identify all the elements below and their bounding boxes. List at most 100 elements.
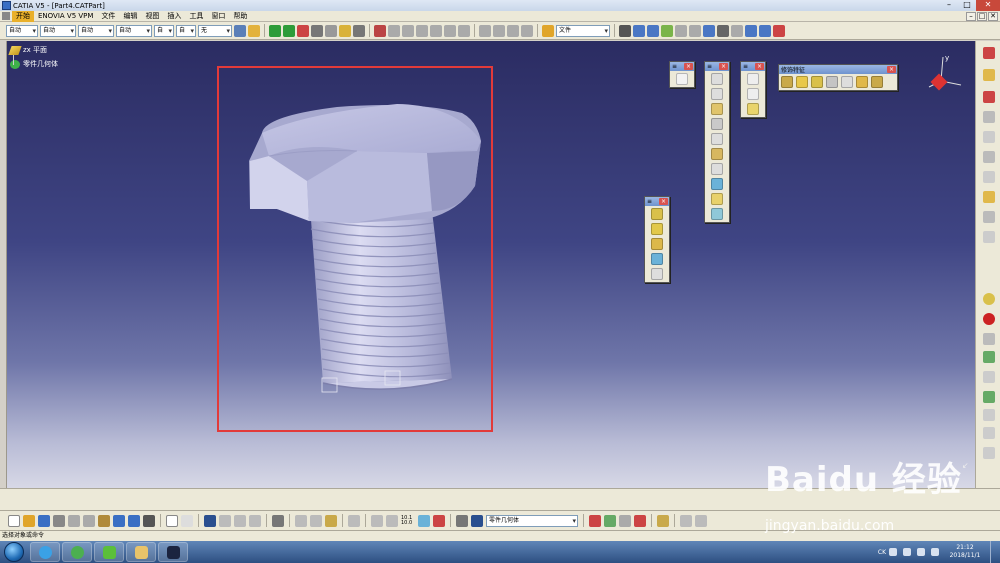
document-menu-icon[interactable] bbox=[2, 12, 10, 20]
network-icon[interactable] bbox=[889, 548, 897, 556]
point-icon[interactable] bbox=[619, 24, 631, 37]
update-icon[interactable] bbox=[374, 24, 386, 37]
groove-icon[interactable] bbox=[711, 118, 723, 130]
redo-icon[interactable] bbox=[128, 514, 140, 527]
grid-snap-icon[interactable] bbox=[983, 409, 995, 421]
mapping-icon[interactable] bbox=[695, 514, 707, 527]
close-button[interactable]: ✕ bbox=[976, 0, 1000, 11]
taskbar-chrome[interactable] bbox=[62, 542, 92, 562]
apply-icon[interactable] bbox=[680, 514, 692, 527]
pad-icon[interactable] bbox=[711, 73, 723, 85]
undo-icon[interactable] bbox=[113, 514, 125, 527]
doc-minimize-button[interactable]: – bbox=[966, 12, 976, 21]
doc-maximize-button[interactable]: □ bbox=[977, 12, 987, 21]
layer-mode-dropdown[interactable]: 自 bbox=[176, 24, 196, 37]
fit-all-icon[interactable] bbox=[272, 514, 284, 527]
wireframe-icon[interactable] bbox=[493, 24, 505, 37]
multi-view-icon[interactable] bbox=[444, 24, 456, 37]
menu-view[interactable]: 视图 bbox=[141, 11, 163, 22]
lineweight-dropdown[interactable]: 自动 bbox=[116, 24, 152, 37]
point-icon[interactable] bbox=[747, 73, 759, 85]
taskbar-catia[interactable] bbox=[158, 542, 188, 562]
instantiate-icon[interactable] bbox=[983, 447, 995, 459]
menu-start[interactable]: 开始 bbox=[12, 10, 34, 22]
pan-view-icon[interactable] bbox=[295, 514, 307, 527]
open-file-icon[interactable] bbox=[23, 514, 35, 527]
shell-icon[interactable] bbox=[826, 76, 838, 88]
pocket-icon[interactable] bbox=[711, 88, 723, 100]
select-icon[interactable] bbox=[234, 514, 246, 527]
material-library-icon[interactable] bbox=[657, 514, 669, 527]
rotation-icon[interactable] bbox=[651, 223, 663, 235]
material-icon[interactable] bbox=[521, 24, 533, 37]
light-icon[interactable] bbox=[703, 24, 715, 37]
print-icon[interactable] bbox=[53, 514, 65, 527]
fillet-icon[interactable] bbox=[781, 76, 793, 88]
show-desktop-button[interactable] bbox=[990, 541, 1000, 563]
surface-based-icon[interactable] bbox=[983, 131, 995, 143]
thread-icon[interactable] bbox=[856, 76, 868, 88]
catalog-icon[interactable] bbox=[745, 24, 757, 37]
line-icon[interactable] bbox=[747, 88, 759, 100]
spline-icon[interactable] bbox=[633, 24, 645, 37]
render-style-dropdown[interactable]: 无 bbox=[198, 24, 232, 37]
surface-icon[interactable] bbox=[647, 24, 659, 37]
publish-icon[interactable] bbox=[759, 24, 771, 37]
boolean-icon[interactable] bbox=[983, 69, 995, 81]
menu-enovia[interactable]: ENOVIA V5 VPM bbox=[34, 11, 97, 22]
point-symbol-dropdown[interactable]: 自 bbox=[154, 24, 174, 37]
knowledge-icon[interactable] bbox=[773, 24, 785, 37]
pan-icon[interactable] bbox=[269, 24, 281, 37]
start-button[interactable] bbox=[4, 542, 24, 562]
taskbar-explorer[interactable] bbox=[126, 542, 156, 562]
rib-icon[interactable] bbox=[711, 148, 723, 160]
stop-icon[interactable] bbox=[983, 313, 995, 325]
plane-icon[interactable] bbox=[747, 103, 759, 115]
cut-icon[interactable] bbox=[68, 514, 80, 527]
save-icon[interactable] bbox=[38, 514, 50, 527]
thick-surface-icon[interactable] bbox=[983, 171, 995, 183]
close-icon[interactable]: × bbox=[719, 63, 728, 70]
annotation-tool-icon[interactable] bbox=[983, 231, 995, 243]
layer-dropdown[interactable]: 文件 bbox=[556, 24, 610, 37]
measure-tool-icon[interactable] bbox=[456, 514, 468, 527]
measure-icon[interactable] bbox=[297, 24, 309, 37]
taskbar-ie[interactable] bbox=[30, 542, 60, 562]
render-icon[interactable] bbox=[589, 514, 601, 527]
clock[interactable]: 21:12 2018/11/1 bbox=[942, 544, 988, 560]
part-design-icon[interactable] bbox=[983, 47, 995, 59]
pattern-icon[interactable] bbox=[651, 253, 663, 265]
paint-icon[interactable] bbox=[234, 24, 246, 37]
hole-icon[interactable] bbox=[711, 133, 723, 145]
rotate-icon[interactable] bbox=[283, 24, 295, 37]
swap-visible-icon[interactable] bbox=[386, 514, 398, 527]
body-dropdown[interactable]: 零件几何体 bbox=[486, 514, 578, 527]
taskbar-wechat[interactable] bbox=[94, 542, 124, 562]
remove-loft-icon[interactable] bbox=[711, 208, 723, 220]
compass-icon[interactable]: y bbox=[917, 51, 967, 101]
edges-icon[interactable] bbox=[507, 24, 519, 37]
hide-show-icon[interactable] bbox=[371, 514, 383, 527]
draft-icon[interactable] bbox=[811, 76, 823, 88]
paste-icon[interactable] bbox=[98, 514, 110, 527]
loft-icon[interactable] bbox=[711, 193, 723, 205]
menu-help[interactable]: 帮助 bbox=[229, 11, 251, 22]
color-dropdown[interactable]: 自动 bbox=[6, 24, 38, 37]
menu-insert[interactable]: 插入 bbox=[163, 11, 185, 22]
close-icon[interactable]: × bbox=[684, 63, 693, 70]
comment-icon[interactable] bbox=[181, 514, 193, 527]
zoom-icon[interactable] bbox=[983, 427, 995, 439]
shaft-icon[interactable] bbox=[711, 103, 723, 115]
sew-surface-icon[interactable] bbox=[983, 211, 995, 223]
body-icon[interactable] bbox=[471, 514, 483, 527]
3d-viewport[interactable]: zx 平面 零件几何体 ≡ × ≡ × ≡ × 修饰特征 × ≡ × y ↙ bbox=[7, 41, 975, 488]
flag-icon[interactable] bbox=[931, 548, 939, 556]
scene-icon[interactable] bbox=[619, 514, 631, 527]
hide-icon[interactable] bbox=[402, 24, 414, 37]
remove-face-icon[interactable] bbox=[871, 76, 883, 88]
sketch-tool-icon[interactable] bbox=[339, 24, 351, 37]
copy-icon[interactable] bbox=[83, 514, 95, 527]
format-painter-icon[interactable] bbox=[248, 24, 260, 37]
menu-file[interactable]: 文件 bbox=[97, 11, 119, 22]
tree-expand-icon[interactable] bbox=[219, 514, 231, 527]
